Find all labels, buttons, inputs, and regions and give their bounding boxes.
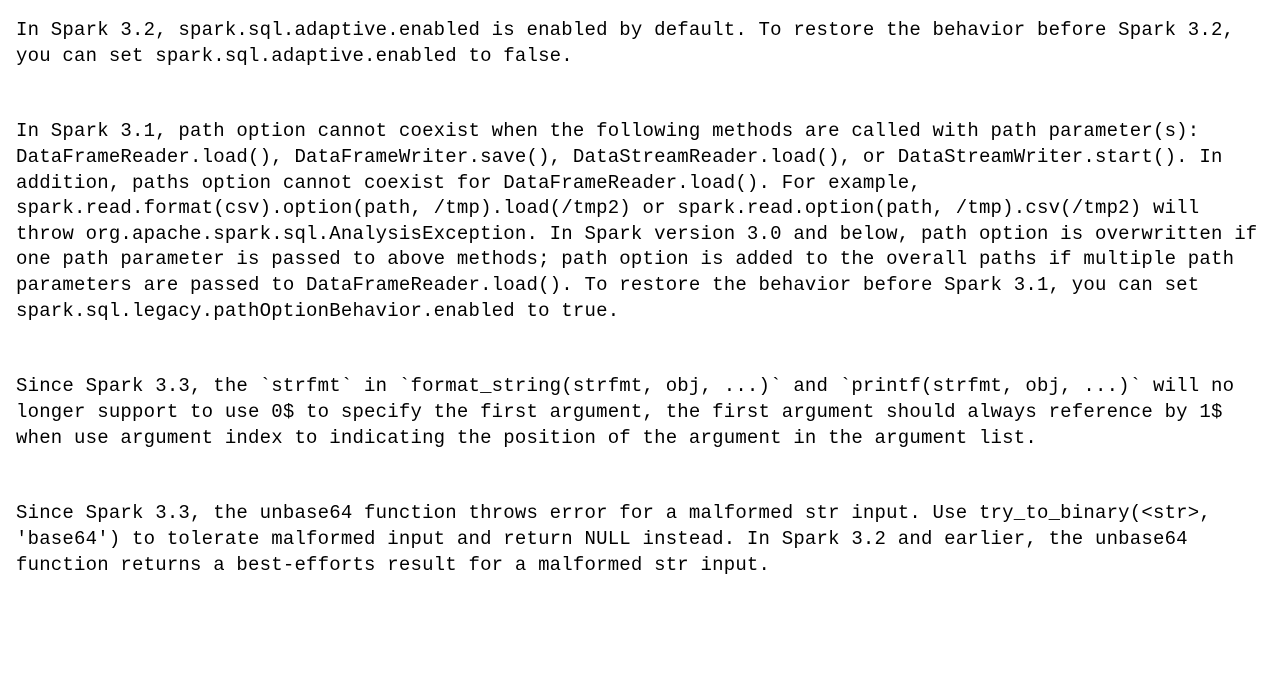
release-note-paragraph: In Spark 3.1, path option cannot coexist… [16,119,1268,324]
release-note-paragraph: In Spark 3.2, spark.sql.adaptive.enabled… [16,18,1268,69]
release-note-paragraph: Since Spark 3.3, the unbase64 function t… [16,501,1268,578]
release-note-paragraph: Since Spark 3.3, the `strfmt` in `format… [16,374,1268,451]
